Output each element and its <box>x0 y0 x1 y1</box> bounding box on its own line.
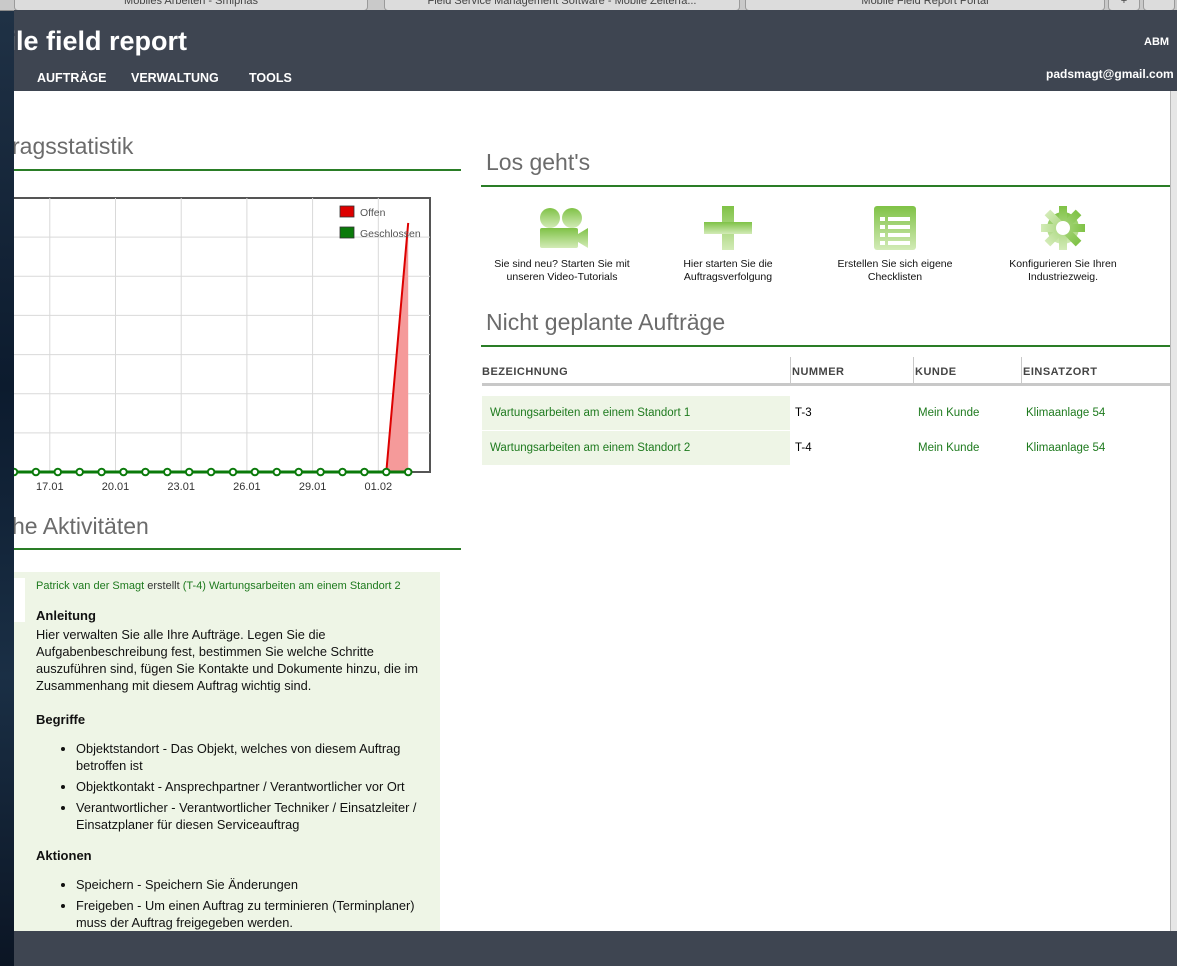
app-header: bile field report ABM padsmagt@gmail.com… <box>14 10 1177 91</box>
stats-rule <box>14 169 461 171</box>
activities-title: he Aktivitäten <box>14 513 149 539</box>
checklists-label: Erstellen Sie sich eigene Checklisten <box>837 258 953 283</box>
activity-user-link[interactable]: Patrick van der Smagt <box>36 580 144 592</box>
data-point <box>206 467 216 477</box>
data-point <box>382 467 391 477</box>
data-point <box>14 467 19 477</box>
order-title-link[interactable]: Wartungsarbeiten am einem Standort 1 <box>490 407 690 419</box>
activity-verb: erstellt <box>147 580 180 592</box>
location-link[interactable]: Klimaanlage 54 <box>1026 407 1105 419</box>
legend-label: Offen <box>360 207 386 219</box>
data-point <box>119 467 128 477</box>
scrollbar-edge[interactable] <box>1170 91 1177 931</box>
gear-icon <box>1041 206 1085 250</box>
legend-swatch <box>339 226 355 239</box>
stats-title: ragsstatistik <box>14 133 134 159</box>
anleitung-heading: Anleitung <box>36 608 96 623</box>
column-divider <box>913 357 914 385</box>
data-point <box>338 467 347 477</box>
data-point <box>163 467 172 477</box>
activity-avatar-placeholder <box>14 578 25 622</box>
user-email[interactable]: padsmagt@gmail.com <box>1046 67 1174 81</box>
column-divider <box>1021 357 1022 385</box>
account-name[interactable]: ABM <box>1144 36 1169 48</box>
activity-object-link[interactable]: (T-4) Wartungsarbeiten am einem Standort… <box>183 580 401 592</box>
list-item: Objektstandort - Das Objekt, welches von… <box>76 740 436 774</box>
activity-content: Patrick van der Smagt erstellt (T-4) War… <box>36 572 436 931</box>
x-tick-label: 29.01 <box>299 481 327 493</box>
app-logo[interactable]: bile field report <box>14 26 187 57</box>
unplanned-title: Nicht geplante Aufträge <box>486 309 726 335</box>
x-tick-label: 26.01 <box>233 481 261 493</box>
begriffe-heading: Begriffe <box>36 712 86 727</box>
customer-link[interactable]: Mein Kunde <box>918 407 979 419</box>
app-footer <box>14 931 1177 966</box>
data-point <box>272 467 282 477</box>
order-statistics-chart: 17.01 20.01 23.01 26.01 29.01 01.02 Offen Gesc… <box>14 197 431 493</box>
video-camera-icon <box>540 208 588 248</box>
column-divider <box>790 357 791 385</box>
table-row[interactable]: Wartungsarbeiten am einem Standort 2 T-4… <box>482 431 1170 465</box>
start-title: Los geht's <box>486 149 591 175</box>
nav-auftraege[interactable]: AUFTRÄGE <box>37 71 106 85</box>
start-rule <box>481 185 1170 187</box>
x-tick-label: 17.01 <box>36 481 64 493</box>
list-item: Freigeben - Um einen Auftrag zu terminie… <box>76 897 436 931</box>
plus-icon <box>704 206 752 250</box>
data-point <box>97 467 106 477</box>
activities-rule <box>14 548 461 550</box>
col-kunde[interactable]: KUNDE <box>915 366 957 378</box>
nav-tools[interactable]: TOOLS <box>249 71 292 85</box>
aktionen-list: Speichern - Speichern Sie Änderungen Fre… <box>36 876 436 931</box>
video-tutorials-label: Sie sind neu? Starten Sie mit unseren Vi… <box>494 258 630 283</box>
data-point <box>360 467 369 477</box>
start-order-tracking-label: Hier starten Sie die Auftragsverfolgung <box>683 258 773 283</box>
col-einsatzort[interactable]: EINSATZORT <box>1023 366 1097 378</box>
unplanned-rule <box>481 345 1170 347</box>
data-point <box>316 467 325 477</box>
col-nummer[interactable]: NUMMER <box>792 366 845 378</box>
order-title-link[interactable]: Wartungsarbeiten am einem Standort 2 <box>490 442 690 454</box>
checklists-link[interactable]: Erstellen Sie sich eigene Checklisten <box>815 206 975 283</box>
order-number: T-4 <box>795 442 812 454</box>
chart-x-ticks: 17.01 20.01 23.01 26.01 29.01 01.02 <box>36 481 392 493</box>
main-content: ragsstatistik 17.01 20.01 23.01 26.01 29.01 0… <box>14 91 1170 931</box>
nav-verwaltung[interactable]: VERWALTUNG <box>131 71 219 85</box>
activity-feed: Patrick van der Smagt erstellt (T-4) War… <box>14 572 440 931</box>
aktionen-heading: Aktionen <box>36 848 92 863</box>
x-tick-label: 23.01 <box>167 481 195 493</box>
desktop-background <box>0 0 14 966</box>
location-link[interactable]: Klimaanlage 54 <box>1026 442 1105 454</box>
legend-swatch <box>339 205 355 218</box>
legend-label: Geschlossen <box>360 228 421 240</box>
data-point <box>53 467 63 477</box>
start-order-tracking-link[interactable]: Hier starten Sie die Auftragsverfolgung <box>648 206 808 283</box>
x-tick-label: 20.01 <box>102 481 130 493</box>
checklist-icon <box>874 206 916 250</box>
configure-industry-link[interactable]: Konfigurieren Sie Ihren Industriezweig. <box>983 206 1143 283</box>
activity-entry: Patrick van der Smagt erstellt (T-4) War… <box>36 578 436 595</box>
list-item: Speichern - Speichern Sie Änderungen <box>76 876 436 893</box>
data-point <box>75 467 84 477</box>
order-number: T-3 <box>795 407 812 419</box>
begriffe-list: Objektstandort - Das Objekt, welches von… <box>36 740 436 833</box>
data-point <box>403 467 413 477</box>
table-header: BEZEICHNUNG NUMMER KUNDE EINSATZORT <box>482 357 1170 386</box>
table-row[interactable]: Wartungsarbeiten am einem Standort 1 T-3… <box>482 396 1170 430</box>
data-point <box>184 467 194 477</box>
data-point <box>228 467 238 477</box>
anleitung-text: Hier verwalten Sie alle Ihre Aufträge. L… <box>36 627 419 693</box>
video-tutorials-link[interactable]: Sie sind neu? Starten Sie mit unseren Vi… <box>482 206 642 283</box>
list-item: Objektkontakt - Ansprechpartner / Verant… <box>76 778 436 795</box>
data-point <box>141 467 150 477</box>
col-bezeichnung[interactable]: BEZEICHNUNG <box>482 366 568 378</box>
customer-link[interactable]: Mein Kunde <box>918 442 979 454</box>
data-point <box>294 467 304 477</box>
data-point <box>31 467 41 477</box>
list-item: Verantwortlicher - Verantwortlicher Tech… <box>76 799 436 833</box>
data-point <box>250 467 260 477</box>
x-tick-label: 01.02 <box>365 481 393 493</box>
configure-industry-label: Konfigurieren Sie Ihren Industriezweig. <box>1009 258 1117 283</box>
